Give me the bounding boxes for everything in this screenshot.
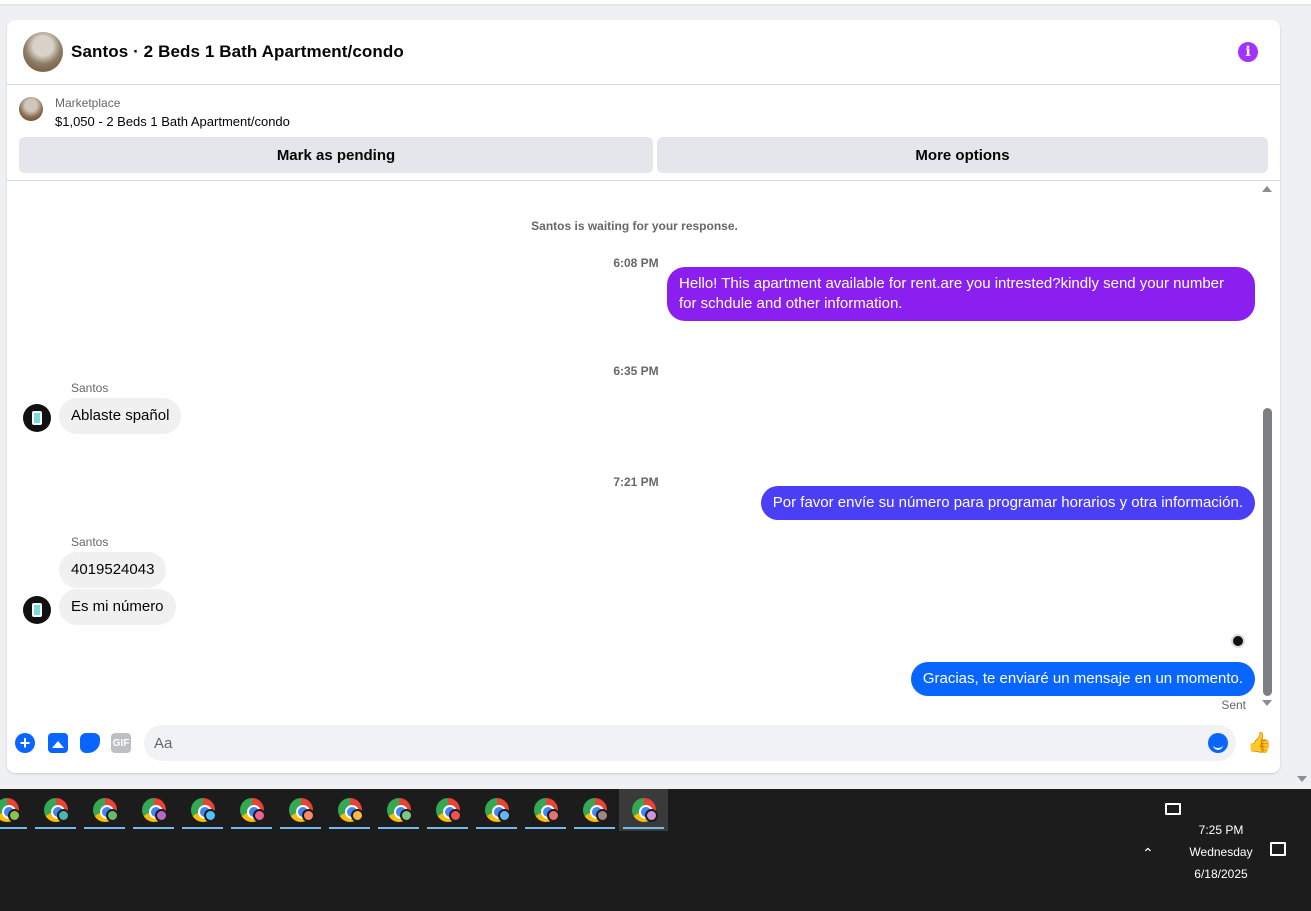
- running-indicator: [378, 827, 419, 829]
- thumbs-up-icon[interactable]: 👍: [1247, 732, 1272, 754]
- clock-time: 7:25 PM: [1198, 823, 1244, 837]
- info-icon[interactable]: i: [1238, 42, 1258, 62]
- taskbar-chrome-profile-icon[interactable]: [521, 789, 570, 831]
- running-indicator: [35, 827, 76, 829]
- show-hidden-icons-chevron-icon[interactable]: ⌃: [1142, 845, 1154, 862]
- running-indicator: [84, 827, 125, 829]
- notification-center-icon[interactable]: [1270, 842, 1286, 856]
- message-bubble-outgoing[interactable]: Gracias, te enviaré un mensaje en un mom…: [910, 662, 1255, 696]
- profile-badge-icon: [645, 809, 658, 822]
- profile-badge-icon: [253, 809, 266, 822]
- santos-avatar[interactable]: [23, 596, 51, 624]
- plus-icon[interactable]: +: [15, 733, 35, 753]
- listing-summary[interactable]: $1,050 - 2 Beds 1 Bath Apartment/condo: [55, 113, 290, 131]
- scroll-down-arrow-icon[interactable]: [1262, 700, 1272, 706]
- message-input-wrapper: [144, 725, 1236, 761]
- emoji-icon[interactable]: [1208, 733, 1228, 753]
- running-indicator: [133, 827, 174, 829]
- running-indicator: [623, 827, 664, 829]
- message-bubble-outgoing[interactable]: Hello! This apartment available for rent…: [667, 267, 1255, 321]
- seen-indicator-icon: [1231, 634, 1245, 648]
- running-indicator: [427, 827, 468, 829]
- delivery-status: Sent: [1221, 698, 1246, 712]
- marketplace-panel: Marketplace $1,050 - 2 Beds 1 Bath Apart…: [7, 85, 1280, 181]
- taskbar-chrome-profile-icon[interactable]: [423, 789, 472, 831]
- gif-icon[interactable]: GIF: [111, 733, 131, 753]
- chat-header: Santos · 2 Beds 1 Bath Apartment/condo i: [7, 20, 1280, 85]
- message-bubble-incoming[interactable]: Es mi número: [59, 589, 176, 625]
- taskbar-chrome-profile-icon[interactable]: [374, 789, 423, 831]
- marketplace-label: Marketplace: [55, 96, 121, 110]
- running-indicator: [231, 827, 272, 829]
- running-indicator: [182, 827, 223, 829]
- profile-badge-icon: [8, 809, 21, 822]
- sender-name: Santos: [71, 535, 109, 549]
- listing-avatar[interactable]: [23, 32, 63, 72]
- profile-badge-icon: [596, 809, 609, 822]
- message-composer: + GIF 👍: [7, 720, 1280, 766]
- running-indicator: [476, 827, 517, 829]
- message-bubble-incoming[interactable]: Ablaste spañol: [59, 398, 182, 434]
- message-input[interactable]: [144, 725, 1184, 761]
- chat-title[interactable]: Santos · 2 Beds 1 Bath Apartment/condo: [71, 42, 404, 62]
- photo-icon[interactable]: [48, 733, 68, 753]
- page-scroll-down-icon[interactable]: [1297, 776, 1307, 782]
- taskbar-chrome-profile-icon[interactable]: [0, 789, 31, 831]
- profile-badge-icon: [449, 809, 462, 822]
- profile-badge-icon: [547, 809, 560, 822]
- profile-badge-icon: [351, 809, 364, 822]
- taskbar-chrome-profile-icon[interactable]: [619, 789, 668, 831]
- profile-badge-icon: [302, 809, 315, 822]
- top-strip: [0, 0, 1311, 4]
- mark-as-pending-button[interactable]: Mark as pending: [19, 137, 653, 173]
- taskbar-chrome-profile-icon[interactable]: [325, 789, 374, 831]
- taskbar: ⌃ 7:25 PM Wednesday 6/18/2025: [0, 789, 1311, 911]
- waiting-note: Santos is waiting for your response.: [531, 219, 738, 233]
- profile-badge-icon: [400, 809, 413, 822]
- system-clock[interactable]: 7:25 PM Wednesday 6/18/2025: [1180, 819, 1262, 885]
- sticker-icon[interactable]: [80, 733, 100, 753]
- clock-day: Wednesday: [1189, 845, 1253, 859]
- profile-badge-icon: [57, 809, 70, 822]
- running-indicator: [280, 827, 321, 829]
- chat-window: Santos · 2 Beds 1 Bath Apartment/condo i…: [7, 20, 1280, 773]
- profile-badge-icon: [106, 809, 119, 822]
- taskbar-chrome-profile-icon[interactable]: [276, 789, 325, 831]
- taskbar-chrome-profile-icon[interactable]: [129, 789, 178, 831]
- profile-badge-icon: [155, 809, 168, 822]
- taskbar-chrome-profile-icon[interactable]: [178, 789, 227, 831]
- avatar-image-icon: [32, 411, 42, 425]
- scroll-thumb[interactable]: [1263, 408, 1272, 696]
- avatar-image-icon: [32, 603, 42, 617]
- running-indicator: [525, 827, 566, 829]
- profile-badge-icon: [204, 809, 217, 822]
- taskbar-chrome-profile-icon[interactable]: [31, 789, 80, 831]
- santos-avatar[interactable]: [23, 404, 51, 432]
- running-indicator: [0, 827, 27, 829]
- taskbar-chrome-profile-icon[interactable]: [570, 789, 619, 831]
- taskbar-chrome-profile-icon[interactable]: [227, 789, 276, 831]
- scroll-up-arrow-icon[interactable]: [1262, 186, 1272, 192]
- more-options-button[interactable]: More options: [657, 137, 1268, 173]
- running-indicator: [574, 827, 615, 829]
- sender-name: Santos: [71, 381, 109, 395]
- taskbar-chrome-profile-icon[interactable]: [472, 789, 521, 831]
- running-indicator: [329, 827, 370, 829]
- message-bubble-outgoing[interactable]: Por favor envíe su número para programar…: [760, 486, 1255, 520]
- message-list[interactable]: Santos is waiting for your response. 6:0…: [7, 182, 1280, 716]
- taskbar-apps: [0, 789, 668, 831]
- network-icon[interactable]: [1165, 803, 1181, 815]
- taskbar-chrome-profile-icon[interactable]: [80, 789, 129, 831]
- clock-date: 6/18/2025: [1194, 867, 1248, 881]
- timestamp: 6:35 PM: [613, 364, 659, 378]
- message-bubble-incoming[interactable]: 4019524043: [59, 552, 167, 588]
- listing-thumbnail[interactable]: [19, 97, 43, 121]
- profile-badge-icon: [498, 809, 511, 822]
